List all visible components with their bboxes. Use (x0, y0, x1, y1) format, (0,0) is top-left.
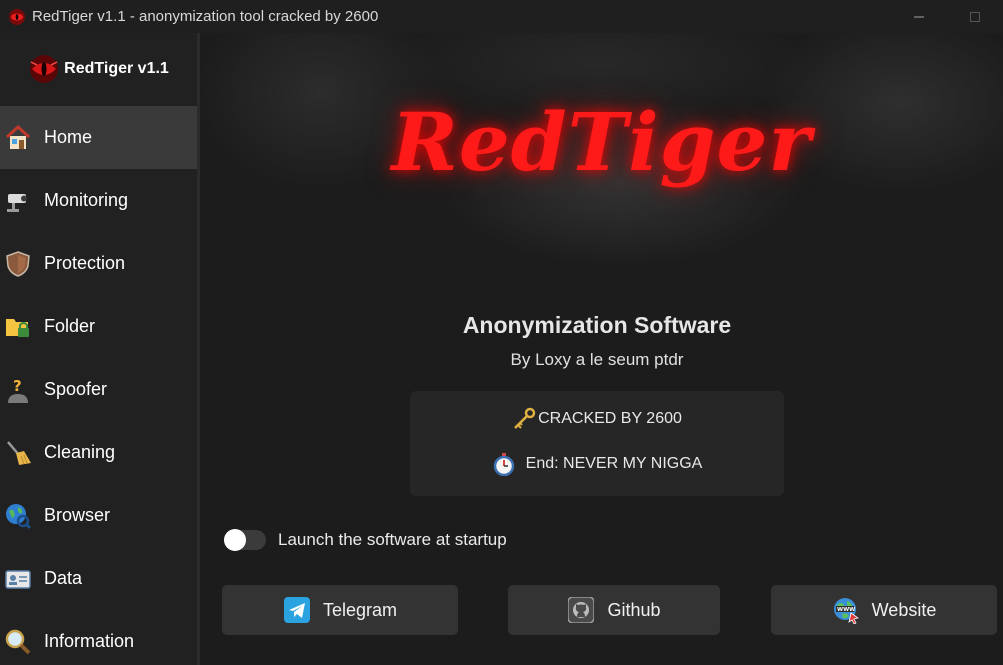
telegram-button[interactable]: Telegram (222, 585, 458, 635)
minimize-button[interactable] (891, 0, 947, 33)
startup-label: Launch the software at startup (278, 530, 507, 549)
headline: Anonymization Software (462, 312, 732, 338)
title-bar: RedTiger v1.1 - anonymization tool crack… (0, 0, 1003, 33)
sidebar-item-label: Protection (44, 253, 126, 273)
sidebar-item-label: Spoofer (44, 379, 108, 399)
startup-setting: Launch the software at startup (224, 529, 507, 551)
github-button[interactable]: Github (508, 585, 720, 635)
maximize-button[interactable] (947, 0, 1003, 33)
window-controls (891, 0, 1003, 33)
sidebar-brand: RedTiger v1.1 (0, 33, 197, 105)
sidebar: RedTiger v1.1 Home Monitoring Protection… (0, 33, 197, 665)
startup-toggle[interactable] (224, 529, 266, 551)
key-icon (512, 407, 536, 431)
end-info-row: End: NEVER MY NIGGA (410, 452, 784, 476)
sidebar-item-information[interactable]: Information (0, 610, 197, 665)
house-icon (3, 123, 33, 153)
main-panel: RedTiger Anonymization Software By Loxy … (200, 33, 1003, 665)
redtiger-logo: RedTiger (391, 95, 812, 189)
sidebar-item-label: Data (44, 568, 83, 588)
sidebar-item-label: Cleaning (44, 442, 116, 462)
end-info-text: End: NEVER MY NIGGA (525, 455, 703, 472)
stopwatch-icon (492, 452, 516, 476)
window-title: RedTiger v1.1 - anonymization tool crack… (32, 8, 379, 25)
security-camera-icon (3, 186, 33, 216)
license-info-box: CRACKED BY 2600 End: NEVER MY NIGGA (410, 391, 784, 496)
sidebar-nav: Home Monitoring Protection Folder ? Spoo… (0, 106, 197, 665)
crack-info-row: CRACKED BY 2600 (410, 407, 784, 431)
toggle-knob (224, 529, 246, 551)
www-globe-icon: WWW (832, 596, 860, 624)
sidebar-item-label: Browser (44, 505, 111, 525)
tiger-eye-icon (8, 8, 26, 26)
svg-text:WWW: WWW (837, 607, 855, 613)
sidebar-item-protection[interactable]: Protection (0, 232, 197, 295)
website-button[interactable]: WWW Website (771, 585, 997, 635)
sidebar-item-data[interactable]: Data (0, 547, 197, 610)
globe-search-icon (3, 501, 33, 531)
sidebar-item-spoofer[interactable]: ? Spoofer (0, 358, 197, 421)
shield-icon (3, 249, 33, 279)
id-card-icon (3, 564, 33, 594)
telegram-button-label: Telegram (322, 599, 398, 620)
broom-icon (3, 438, 33, 468)
tiger-eye-icon (28, 53, 60, 85)
sidebar-item-label: Folder (44, 316, 96, 336)
github-button-label: Github (607, 599, 661, 620)
github-icon (567, 596, 595, 624)
sidebar-item-monitoring[interactable]: Monitoring (0, 169, 197, 232)
sidebar-item-label: Information (44, 631, 135, 651)
magnifier-icon (3, 627, 33, 657)
telegram-icon (283, 596, 311, 624)
brand-name: RedTiger v1.1 (64, 60, 169, 77)
anonymous-user-icon: ? (3, 375, 33, 405)
sidebar-item-label: Monitoring (44, 190, 129, 210)
website-button-label: Website (871, 599, 937, 620)
locked-folder-icon (3, 312, 33, 342)
crack-info-text: CRACKED BY 2600 (538, 410, 682, 427)
sidebar-item-browser[interactable]: Browser (0, 484, 197, 547)
sidebar-item-home[interactable]: Home (0, 106, 197, 169)
sidebar-item-cleaning[interactable]: Cleaning (0, 421, 197, 484)
svg-text:?: ? (13, 377, 22, 395)
sidebar-item-label: Home (44, 127, 93, 147)
byline: By Loxy a le seum ptdr (510, 350, 684, 369)
sidebar-item-folder[interactable]: Folder (0, 295, 197, 358)
